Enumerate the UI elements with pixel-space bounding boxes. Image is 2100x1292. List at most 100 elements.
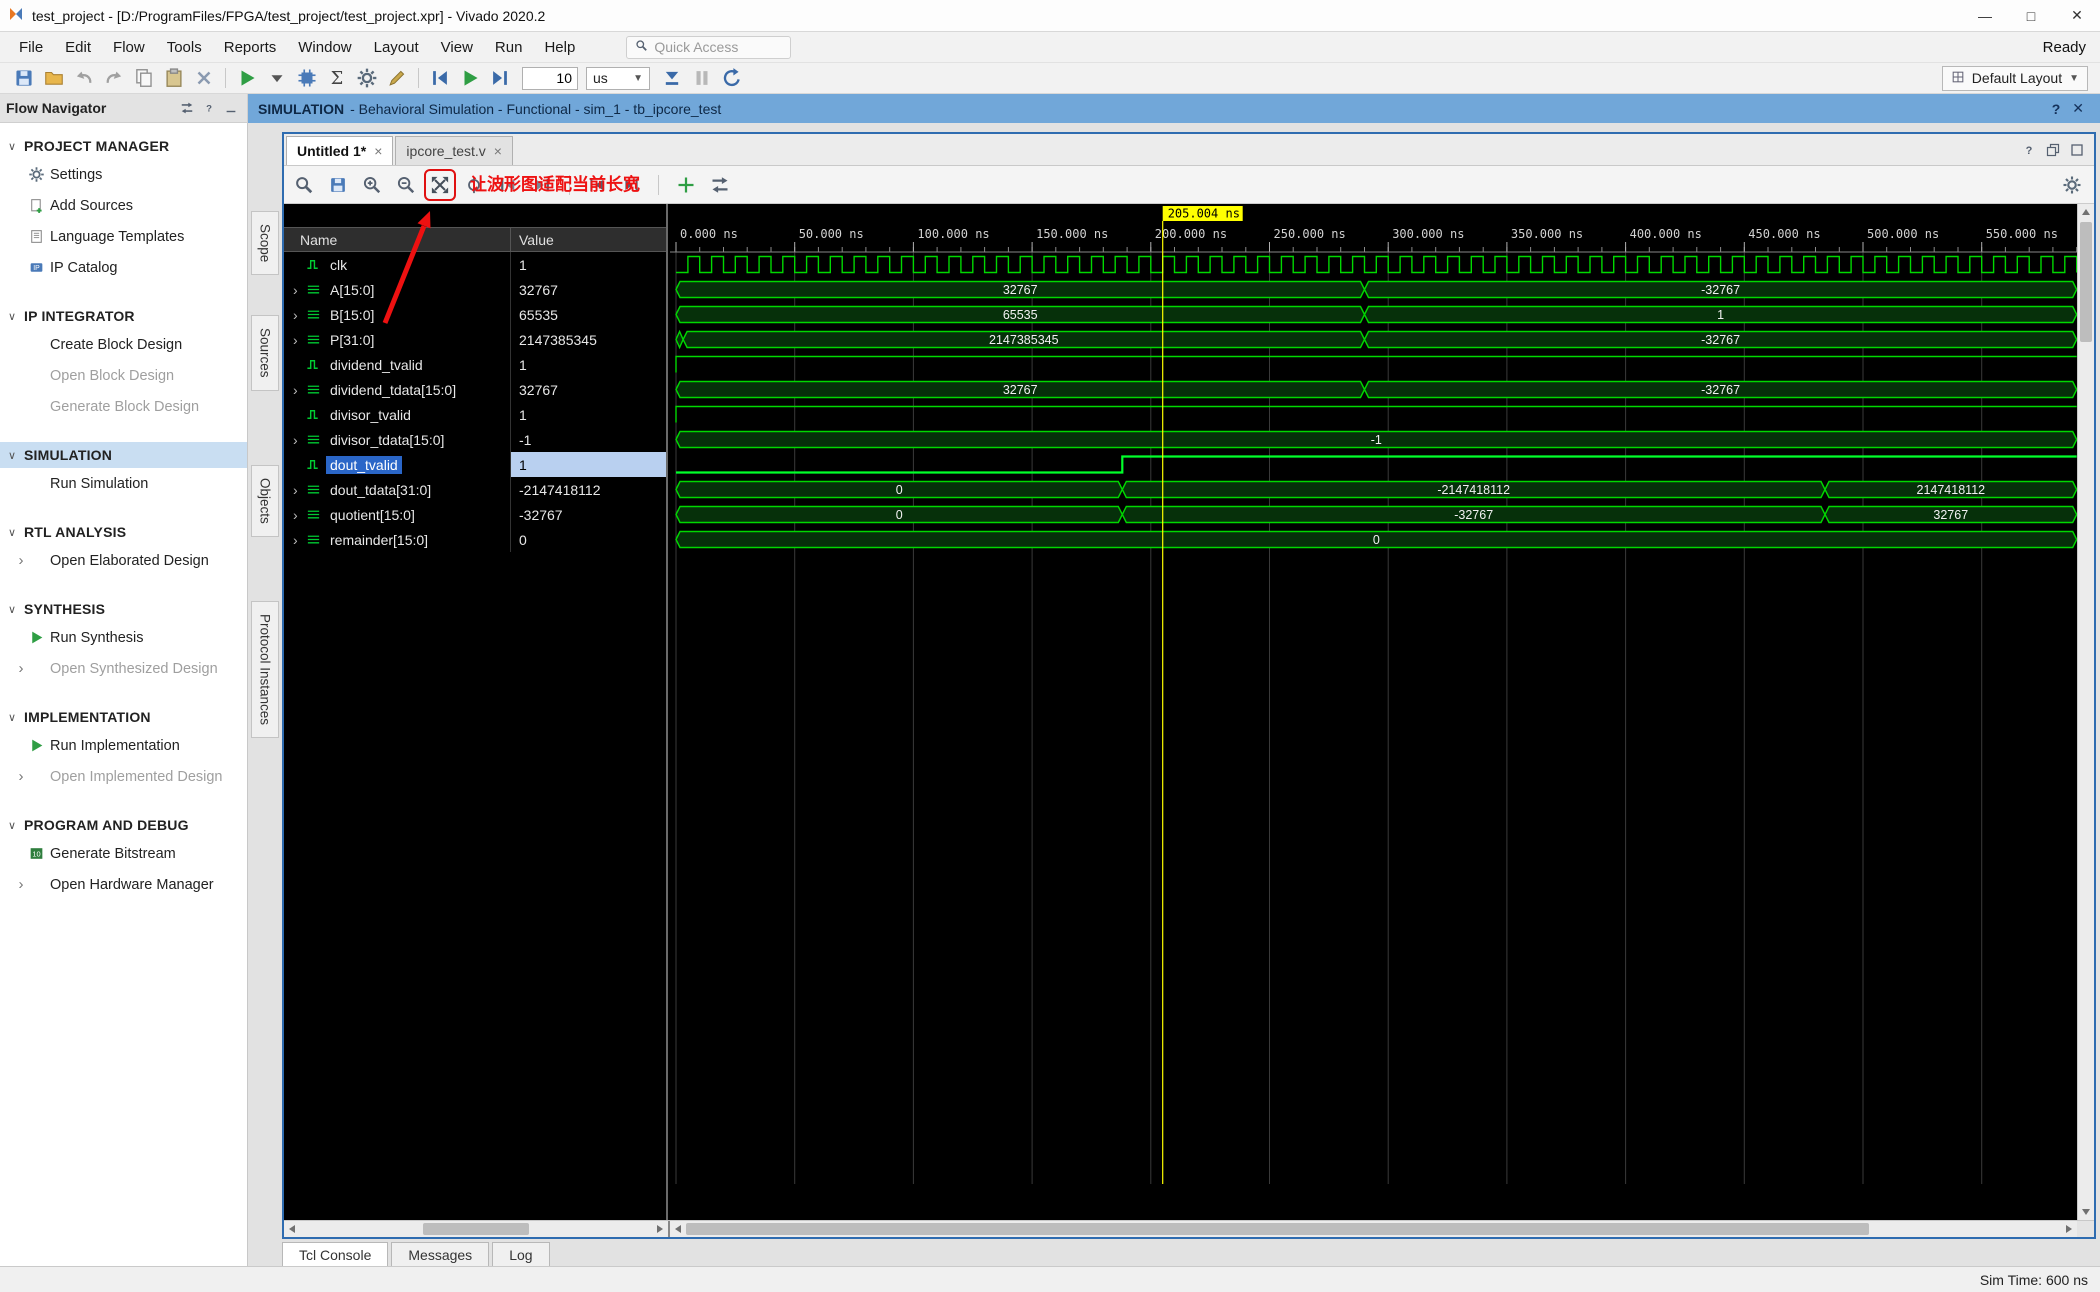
wave-hscroll-thumb[interactable] — [686, 1223, 1869, 1235]
menu-item-file[interactable]: File — [8, 35, 54, 60]
menu-item-tools[interactable]: Tools — [156, 35, 213, 60]
scroll-left-icon[interactable] — [284, 1221, 300, 1237]
maximize-icon[interactable] — [2068, 141, 2086, 159]
sum-icon[interactable]: Σ — [323, 65, 351, 91]
swap-icon[interactable] — [177, 98, 197, 118]
side-tab-protocol-instances[interactable]: Protocol Instances — [251, 601, 279, 739]
sim-time-unit-select[interactable]: us ▼ — [586, 66, 650, 90]
tab-ipcore-test-v[interactable]: ipcore_test.v × — [395, 136, 513, 165]
restart-icon[interactable] — [426, 65, 454, 91]
paste-icon[interactable] — [160, 65, 188, 91]
play-icon[interactable] — [456, 65, 484, 91]
nav-section-header-synthesis[interactable]: ∨ SYNTHESIS — [0, 596, 247, 622]
nav-item-language-templates[interactable]: Language Templates — [0, 221, 247, 252]
vertical-scroll-track[interactable] — [2078, 220, 2094, 1204]
nav-item-open-implemented-design[interactable]: › Open Implemented Design — [0, 761, 247, 792]
menu-item-help[interactable]: Help — [533, 35, 586, 60]
menu-item-flow[interactable]: Flow — [102, 35, 156, 60]
chip-icon[interactable] — [293, 65, 321, 91]
nav-item-open-elaborated-design[interactable]: › Open Elaborated Design — [0, 545, 247, 576]
scroll-right-icon[interactable] — [652, 1221, 668, 1237]
nav-item-open-hardware-manager[interactable]: › Open Hardware Manager — [0, 869, 247, 900]
step-icon[interactable] — [486, 65, 514, 91]
scroll-down-icon[interactable] — [2078, 1204, 2094, 1220]
wave-hscrollbar[interactable] — [670, 1221, 2077, 1237]
nav-item-create-block-design[interactable]: Create Block Design — [0, 329, 247, 360]
nav-item-run-synthesis[interactable]: Run Synthesis — [0, 622, 247, 653]
menu-item-edit[interactable]: Edit — [54, 35, 102, 60]
float-icon[interactable] — [2044, 141, 2062, 159]
vertical-scrollbar[interactable] — [2077, 204, 2094, 1220]
delete-icon[interactable] — [190, 65, 218, 91]
find-icon[interactable] — [292, 173, 316, 197]
nav-item-run-implementation[interactable]: Run Implementation — [0, 730, 247, 761]
bottom-tab-tcl-console[interactable]: Tcl Console — [282, 1242, 389, 1267]
nav-section-header-implementation[interactable]: ∨ IMPLEMENTATION — [0, 704, 247, 730]
rundur-icon[interactable] — [658, 65, 686, 91]
nav-item-open-synthesized-design[interactable]: › Open Synthesized Design — [0, 653, 247, 684]
waveform-canvas[interactable]: 0.000 ns 50.000 ns 100.000 ns 150.000 ns 200… — [670, 204, 2078, 1220]
bottom-tab-log[interactable]: Log — [492, 1242, 550, 1267]
signal-row-divisor-tdata-15-0[interactable]: › divisor_tdata[15:0] -1 — [284, 427, 666, 452]
layout-selector[interactable]: Default Layout ▼ — [1941, 65, 2088, 91]
pause-icon[interactable] — [688, 65, 716, 91]
close-panel-icon[interactable]: ✕ — [2072, 100, 2084, 117]
minimize-icon[interactable] — [221, 98, 241, 118]
signal-row-dout-tdata-31-0[interactable]: › dout_tdata[31:0] -2147418112 — [284, 477, 666, 502]
add-marker-icon[interactable] — [674, 173, 698, 197]
quick-access-search[interactable]: Quick Access — [626, 35, 792, 59]
edit-icon[interactable] — [383, 65, 411, 91]
scroll-up-icon[interactable] — [2078, 204, 2094, 220]
undo-icon[interactable] — [70, 65, 98, 91]
signal-row-quotient-15-0[interactable]: › quotient[15:0] -32767 — [284, 502, 666, 527]
help-icon[interactable]: ? — [199, 98, 219, 118]
signal-row-remainder-15-0[interactable]: › remainder[15:0] 0 — [284, 527, 666, 552]
signal-row-dividend-tdata-15-0[interactable]: › dividend_tdata[15:0] 32767 — [284, 377, 666, 402]
nav-item-ip-catalog[interactable]: IP IP Catalog — [0, 252, 247, 283]
table-hscroll-thumb[interactable] — [423, 1223, 529, 1235]
side-tab-sources[interactable]: Sources — [251, 315, 279, 391]
side-tab-scope[interactable]: Scope — [251, 211, 279, 276]
run-icon[interactable] — [233, 65, 261, 91]
tab-untitled-1[interactable]: Untitled 1* × — [286, 136, 394, 165]
side-tab-objects[interactable]: Objects — [251, 465, 279, 537]
close-button[interactable]: ✕ — [2054, 0, 2100, 31]
nav-section-header-rtl-analysis[interactable]: ∨ RTL ANALYSIS — [0, 519, 247, 545]
maximize-button[interactable]: □ — [2008, 0, 2054, 31]
menu-item-run[interactable]: Run — [484, 35, 534, 60]
nav-item-settings[interactable]: Settings — [0, 159, 247, 190]
menu-item-window[interactable]: Window — [287, 35, 362, 60]
scroll-right-icon[interactable] — [2061, 1221, 2077, 1237]
vertical-scroll-thumb[interactable] — [2080, 222, 2092, 342]
table-hscrollbar[interactable] — [284, 1221, 668, 1237]
gear-icon[interactable] — [353, 65, 381, 91]
nav-item-generate-block-design[interactable]: Generate Block Design — [0, 391, 247, 422]
bottom-tab-messages[interactable]: Messages — [391, 1242, 490, 1267]
menu-item-reports[interactable]: Reports — [213, 35, 288, 60]
menu-item-view[interactable]: View — [430, 35, 484, 60]
copy-icon[interactable] — [130, 65, 158, 91]
sim-run-time-input[interactable] — [522, 66, 578, 90]
relaunch-icon[interactable] — [718, 65, 746, 91]
open-icon[interactable] — [40, 65, 68, 91]
minimize-button[interactable]: — — [1962, 0, 2008, 31]
swap-icon[interactable] — [708, 173, 732, 197]
close-tab-icon[interactable]: × — [374, 143, 382, 159]
save-icon[interactable] — [10, 65, 38, 91]
nav-section-header-simulation[interactable]: ∨ SIMULATION — [0, 442, 247, 468]
signal-row-dividend-tvalid[interactable]: dividend_tvalid 1 — [284, 352, 666, 377]
menu-item-layout[interactable]: Layout — [363, 35, 430, 60]
save-icon[interactable] — [326, 173, 350, 197]
close-tab-icon[interactable]: × — [494, 143, 502, 159]
run-caret-icon[interactable] — [263, 65, 291, 91]
help-icon[interactable]: ? — [2020, 141, 2038, 159]
nav-section-header-program-and-debug[interactable]: ∨ PROGRAM AND DEBUG — [0, 812, 247, 838]
help-icon[interactable]: ? — [2052, 101, 2061, 117]
nav-item-run-simulation[interactable]: Run Simulation — [0, 468, 247, 499]
nav-section-header-project-manager[interactable]: ∨ PROJECT MANAGER — [0, 133, 247, 159]
signal-row-dout-tvalid[interactable]: dout_tvalid 1 — [284, 452, 666, 477]
signal-row-divisor-tvalid[interactable]: divisor_tvalid 1 — [284, 402, 666, 427]
waveform-settings-icon[interactable] — [2060, 173, 2084, 197]
nav-section-header-ip-integrator[interactable]: ∨ IP INTEGRATOR — [0, 303, 247, 329]
nav-item-open-block-design[interactable]: Open Block Design — [0, 360, 247, 391]
